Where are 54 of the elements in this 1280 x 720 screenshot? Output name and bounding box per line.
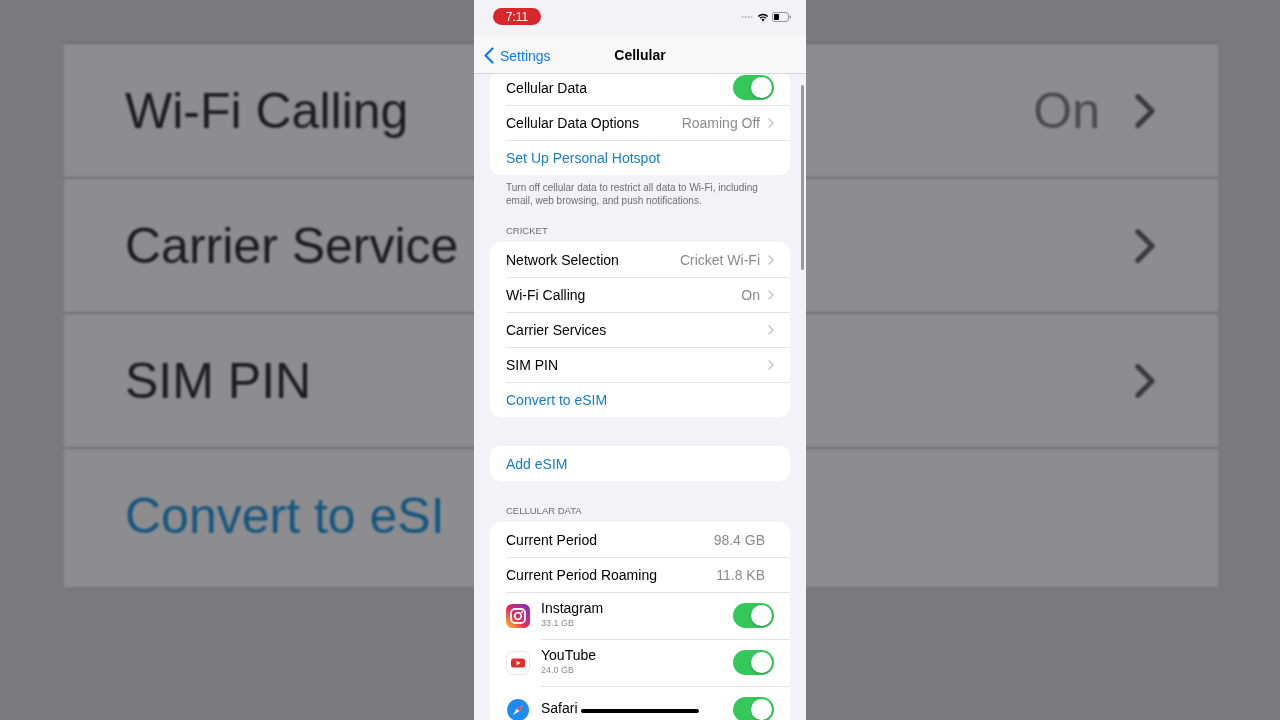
row-label: Cellular Data [506, 79, 587, 96]
toggle-switch[interactable] [733, 75, 774, 100]
background-row-value: On [1033, 81, 1100, 140]
row-value: 98.4 GB [713, 531, 765, 548]
chevron-icon [1134, 92, 1156, 129]
chevron-icon [1134, 362, 1156, 399]
toggle-switch[interactable] [733, 697, 774, 720]
background-row-label: SIM PIN [125, 351, 312, 410]
toggle-switch[interactable] [733, 650, 774, 675]
chevron-icon [768, 289, 774, 300]
row-label: Wi-Fi Calling [506, 286, 586, 303]
app-name: Safari [541, 699, 578, 716]
background-row-label: Carrier Service [125, 216, 459, 275]
battery-icon [772, 12, 792, 22]
wifi-icon [757, 12, 769, 22]
settings-row[interactable]: Carrier Services [490, 312, 790, 347]
row-label: Current Period [506, 531, 598, 548]
chevron-icon [768, 324, 774, 335]
settings-row[interactable]: SIM PIN [490, 347, 790, 382]
chevron-icon [768, 254, 774, 265]
app-usage: 33.1 GB [541, 617, 576, 628]
back-chevron-icon [484, 47, 494, 64]
row-value: On [741, 286, 760, 303]
instagram-app-icon [506, 603, 530, 628]
chevron-icon [768, 117, 774, 128]
app-name: Instagram [541, 599, 604, 616]
row-label: Cellular Data Options [506, 114, 640, 131]
chevron-icon [768, 359, 774, 370]
row-label: Network Selection [506, 251, 619, 268]
settings-row[interactable]: Cellular Data Options Roaming Off [490, 105, 790, 140]
app-usage: 24.0 GB [541, 664, 576, 675]
section-header: CRICKET [505, 224, 549, 238]
nav-title: Cellular [614, 46, 666, 63]
status-time: 7:11 [493, 8, 541, 25]
toggle-switch[interactable] [733, 603, 774, 628]
background-row-label: Convert to eSI [125, 486, 445, 545]
link-label[interactable]: Add eSIM [506, 455, 568, 472]
link-label[interactable]: Set Up Personal Hotspot [506, 149, 661, 166]
section-footer: Turn off cellular data to restrict all data to Wi-Fi, including email, web browsing, and push notifications. [490, 175, 790, 207]
section-header: CELLULAR DATA [505, 504, 583, 518]
row-value: Roaming Off [681, 114, 760, 131]
row-label: Current Period Roaming [506, 566, 657, 583]
link-label[interactable]: Convert to eSIM [506, 391, 608, 408]
row-value: 11.8 KB [716, 566, 765, 583]
youtube-app-icon [506, 650, 530, 675]
background-row-label: Wi-Fi Calling [125, 81, 409, 140]
row-label: SIM PIN [506, 356, 559, 373]
settings-row[interactable]: Wi-Fi Calling On [490, 277, 790, 312]
row-value: Cricket Wi-Fi [679, 251, 760, 268]
chevron-icon [1134, 227, 1156, 264]
back-button[interactable]: Settings [484, 47, 551, 64]
app-name: YouTube [541, 646, 596, 663]
row-label: Carrier Services [506, 321, 607, 338]
settings-row[interactable]: Network Selection Cricket Wi-Fi [490, 242, 790, 277]
